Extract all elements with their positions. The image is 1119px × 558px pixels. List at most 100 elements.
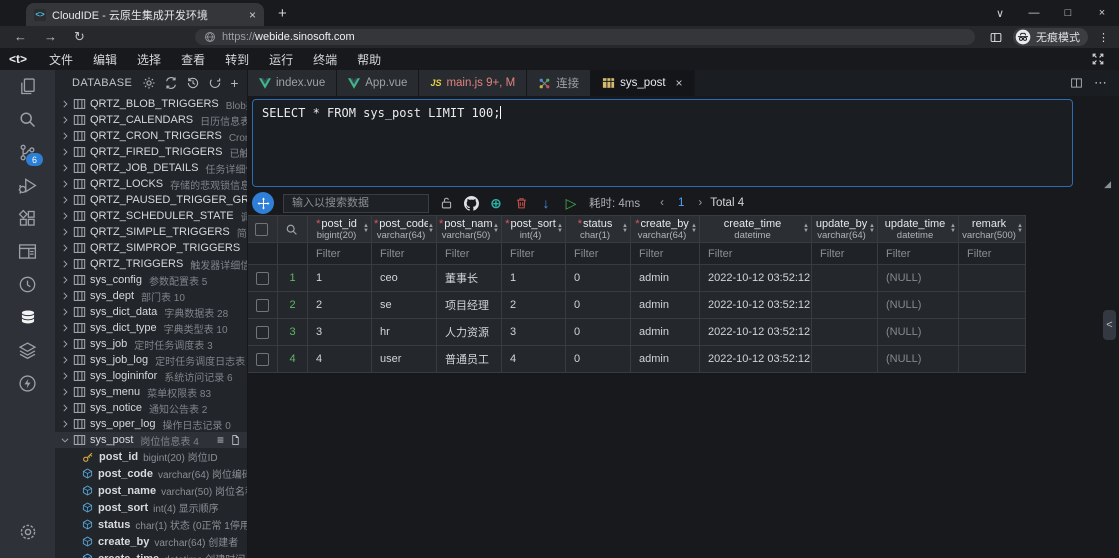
field-item-post_name[interactable]: post_namevarchar(50) 岗位名称 [55, 482, 247, 499]
new-tab-button[interactable]: + [278, 5, 287, 22]
sort-icon[interactable]: ▲▼ [1017, 224, 1023, 234]
tree-item-QRTZ_CRON_TRIGGERS[interactable]: QRTZ_CRON_TRIGGERSCron类型... [55, 128, 247, 144]
chevron-small-down-icon[interactable]: ∨ [983, 7, 1017, 20]
sort-icon[interactable]: ▲▼ [363, 224, 369, 234]
tree-item-QRTZ_SCHEDULER_STATE[interactable]: QRTZ_SCHEDULER_STATE调度器状... [55, 208, 247, 224]
field-item-create_time[interactable]: create_timedatetime 创建时间 [55, 550, 247, 558]
activity-source-control-icon[interactable]: 6 [0, 136, 55, 169]
menu-item-4[interactable]: 转到 [215, 51, 259, 68]
tree-item-sys_menu[interactable]: sys_menu菜单权限表 83 [55, 384, 247, 400]
sort-icon[interactable]: ▲▼ [428, 224, 434, 234]
reload-icon[interactable]: ↻ [74, 29, 85, 45]
activity-settings-gear-icon[interactable] [0, 515, 55, 548]
tree-item-QRTZ_CALENDARS[interactable]: QRTZ_CALENDARS日历信息表 0 [55, 112, 247, 128]
field-item-post_code[interactable]: post_codevarchar(64) 岗位编码 [55, 465, 247, 482]
plus-circle-icon[interactable]: ⊕ [488, 196, 504, 210]
history-icon[interactable] [186, 76, 200, 90]
row-checkbox[interactable] [256, 326, 269, 339]
collapse-panel-handle[interactable]: < [1103, 310, 1116, 340]
tree-item-QRTZ_PAUSED_TRIGGER_GRPS[interactable]: QRTZ_PAUSED_TRIGGER_GRPS暂... [55, 192, 247, 208]
tree-item-sys_config[interactable]: sys_config参数配置表 5 [55, 272, 247, 288]
unlock-icon[interactable] [438, 196, 454, 210]
field-item-status[interactable]: statuschar(1) 状态 (0正常 1停用) [55, 516, 247, 533]
select-all-checkbox[interactable] [248, 215, 278, 243]
menu-item-7[interactable]: 帮助 [347, 51, 391, 68]
activity-preview-icon[interactable] [0, 235, 55, 268]
menu-item-0[interactable]: 文件 [39, 51, 83, 68]
filter-post_name[interactable]: Filter [437, 243, 502, 265]
filter-update_by[interactable]: Filter [812, 243, 878, 265]
close-icon[interactable]: × [249, 8, 256, 22]
resize-grip[interactable]: ◢ [1104, 179, 1111, 190]
activity-files-icon[interactable] [0, 70, 55, 103]
tree-item-QRTZ_BLOB_TRIGGERS[interactable]: QRTZ_BLOB_TRIGGERSBlob类型的... [55, 96, 247, 112]
activity-flash-icon[interactable] [0, 367, 55, 400]
tree-item-QRTZ_FIRED_TRIGGERS[interactable]: QRTZ_FIRED_TRIGGERS已触发的触... [55, 144, 247, 160]
tree-item-sys_dict_type[interactable]: sys_dict_type字典类型表 10 [55, 320, 247, 336]
close-icon[interactable]: × [676, 76, 683, 90]
gear-icon[interactable] [142, 76, 156, 90]
tree-item-QRTZ_SIMPLE_TRIGGERS[interactable]: QRTZ_SIMPLE_TRIGGERS简单触发... [55, 224, 247, 240]
split-editor-icon[interactable] [1070, 77, 1083, 89]
run-icon[interactable]: ▷ [563, 196, 579, 210]
sort-icon[interactable]: ▲▼ [493, 224, 499, 234]
row-checkbox[interactable] [256, 272, 269, 285]
column-header-update_time[interactable]: update_timedatetime▲▼ [878, 215, 959, 243]
tree-item-QRTZ_SIMPROP_TRIGGERS[interactable]: QRTZ_SIMPROP_TRIGGERS同步机... [55, 240, 247, 256]
fullscreen-icon[interactable] [1091, 52, 1105, 66]
activity-database-icon[interactable] [0, 301, 55, 334]
tree-item-sys_oper_log[interactable]: sys_oper_log操作日志记录 0 [55, 416, 247, 432]
filter-status[interactable]: Filter [566, 243, 631, 265]
prev-page-icon[interactable]: ‹ [660, 197, 664, 209]
filter-create_time[interactable]: Filter [700, 243, 812, 265]
next-page-icon[interactable]: › [698, 197, 702, 209]
column-header-post_name[interactable]: *post_namevarchar(50)▲▼ [437, 215, 502, 243]
menu-item-1[interactable]: 编辑 [83, 51, 127, 68]
filter-remark[interactable]: Filter [959, 243, 1026, 265]
arrow-down-icon[interactable]: ↓ [538, 196, 554, 210]
field-item-post_id[interactable]: post_idbigint(20) 岗位ID [55, 448, 247, 465]
trash-icon[interactable] [513, 196, 529, 210]
activity-search-icon[interactable] [0, 103, 55, 136]
github-icon[interactable] [463, 196, 479, 211]
browser-tab[interactable]: <> CloudIDE - 云原生集成开发环境 × [26, 3, 264, 26]
menu-item-2[interactable]: 选择 [127, 51, 171, 68]
sort-icon[interactable]: ▲▼ [950, 224, 956, 234]
tree-item-sys_dict_data[interactable]: sys_dict_data字典数据表 28 [55, 304, 247, 320]
column-header-post_code[interactable]: *post_codevarchar(64)▲▼ [372, 215, 437, 243]
tab-App.vue[interactable]: App.vue [337, 70, 419, 96]
sidebar-toggle-icon[interactable] [989, 31, 1003, 44]
tab-index.vue[interactable]: index.vue [248, 70, 337, 96]
tree-item-sys_logininfor[interactable]: sys_logininfor系统访问记录 6 [55, 368, 247, 384]
filter-post_code[interactable]: Filter [372, 243, 437, 265]
move-button[interactable] [252, 192, 274, 214]
filter-post_sort[interactable]: Filter [502, 243, 566, 265]
activity-clock-icon[interactable] [0, 268, 55, 301]
field-item-create_by[interactable]: create_byvarchar(64) 创建者 [55, 533, 247, 550]
row-checkbox[interactable] [256, 353, 269, 366]
filter-update_time[interactable]: Filter [878, 243, 959, 265]
field-item-post_sort[interactable]: post_sortint(4) 显示顺序 [55, 499, 247, 516]
tree-item-sys_dept[interactable]: sys_dept部门表 10 [55, 288, 247, 304]
sort-icon[interactable]: ▲▼ [869, 224, 875, 234]
column-header-post_sort[interactable]: *post_sortint(4)▲▼ [502, 215, 566, 243]
back-icon[interactable]: ← [14, 29, 27, 45]
menu-item-3[interactable]: 查看 [171, 51, 215, 68]
filter-create_by[interactable]: Filter [631, 243, 700, 265]
tree-item-sys_notice[interactable]: sys_notice通知公告表 2 [55, 400, 247, 416]
tree-item-QRTZ_LOCKS[interactable]: QRTZ_LOCKS存储的悲观锁信息表 2 [55, 176, 247, 192]
maximize-icon[interactable]: □ [1051, 7, 1085, 19]
sql-editor[interactable]: SELECT * FROM sys_post LIMIT 100; [252, 99, 1073, 187]
column-header-remark[interactable]: remarkvarchar(500)▲▼ [959, 215, 1026, 243]
column-header-post_id[interactable]: *post_idbigint(20)▲▼ [308, 215, 372, 243]
filter-post_id[interactable]: Filter [308, 243, 372, 265]
tab-sys_post[interactable]: sys_post× [591, 70, 694, 96]
activity-layers-icon[interactable] [0, 334, 55, 367]
close-icon[interactable]: × [1085, 7, 1119, 19]
sort-icon[interactable]: ▲▼ [803, 224, 809, 234]
column-header-update_by[interactable]: update_byvarchar(64)▲▼ [812, 215, 878, 243]
tree-item-sys_job[interactable]: sys_job定时任务调度表 3 [55, 336, 247, 352]
kebab-menu-icon[interactable]: ⋮ [1098, 31, 1109, 44]
more-actions-icon[interactable]: ⋯ [1094, 75, 1107, 91]
activity-extensions-icon[interactable] [0, 202, 55, 235]
